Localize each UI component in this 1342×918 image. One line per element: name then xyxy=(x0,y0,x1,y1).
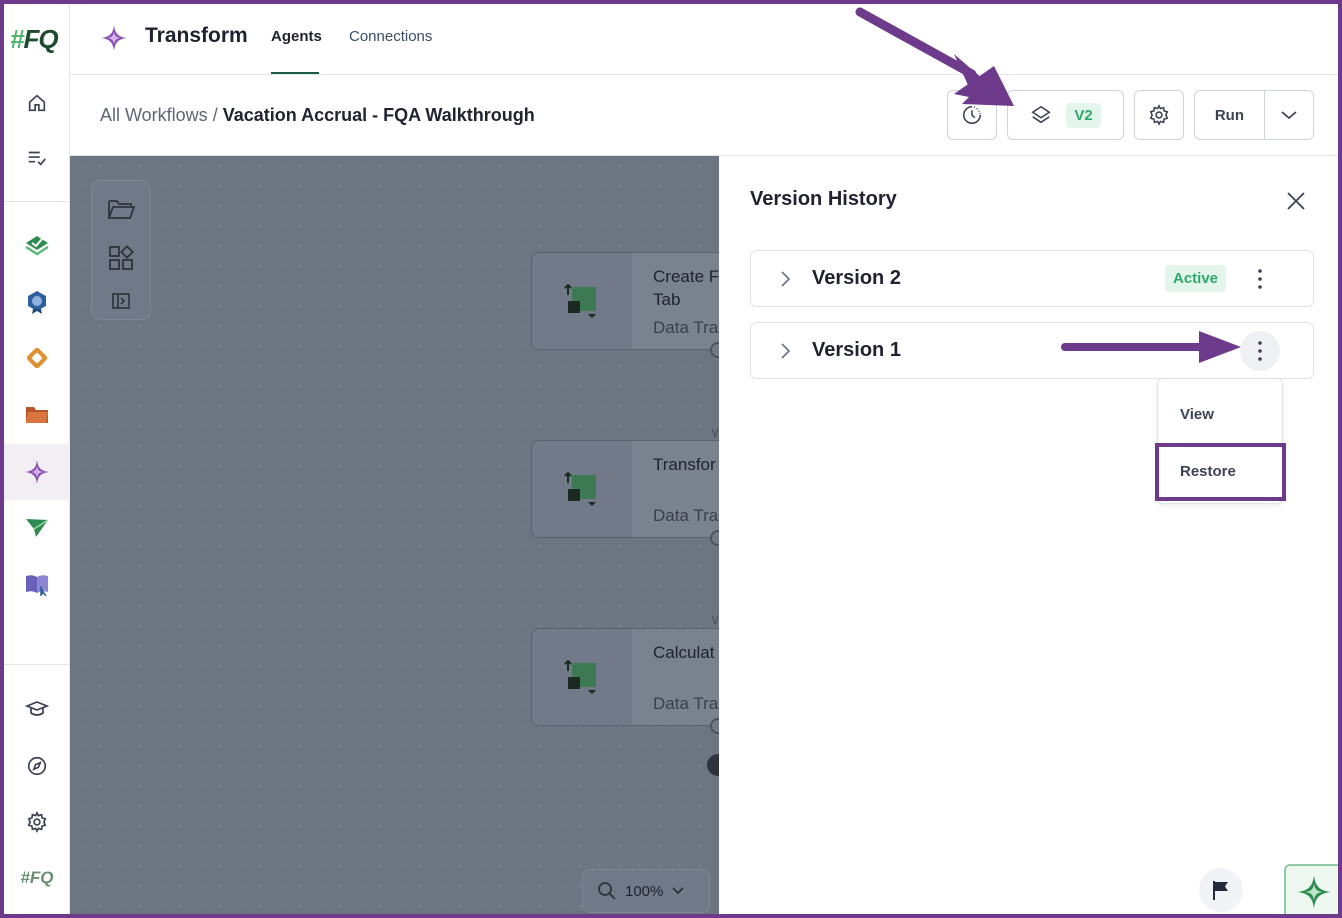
transform-sparkle-icon xyxy=(100,24,128,57)
layers-icon xyxy=(1031,105,1051,124)
chevron-right-icon[interactable] xyxy=(779,270,791,293)
tab-connections[interactable]: Connections xyxy=(349,28,432,45)
chevron-down-icon xyxy=(672,887,685,895)
tab-agents[interactable]: Agents xyxy=(271,28,322,45)
more-options-icon[interactable] xyxy=(1240,259,1280,299)
zoom-control[interactable]: 100% xyxy=(582,869,710,913)
history-clock-icon xyxy=(963,105,982,124)
menu-item-view[interactable]: View xyxy=(1180,406,1214,423)
canvas-tool-palette xyxy=(91,180,151,320)
data-transform-icon xyxy=(532,253,632,349)
more-options-icon[interactable] xyxy=(1240,331,1280,371)
node-subtitle: Data Tra xyxy=(653,318,719,337)
book-icon[interactable] xyxy=(4,558,70,610)
workflow-node[interactable]: Calculat Data Tra xyxy=(531,628,719,734)
task-list-icon[interactable] xyxy=(4,132,70,184)
app-title: Transform xyxy=(145,24,248,47)
node-subtitle: Data Tra xyxy=(653,694,719,713)
version-history-panel: Version History Version 2 Active Version… xyxy=(719,156,1338,914)
version-row[interactable]: Version 2 Active xyxy=(750,250,1314,307)
chevron-right-icon[interactable] xyxy=(779,342,791,365)
run-button-group: Run xyxy=(1194,90,1314,140)
folder-icon[interactable] xyxy=(4,388,70,440)
panel-toggle-icon[interactable] xyxy=(101,281,141,321)
ai-assistant-button[interactable] xyxy=(1284,864,1338,914)
sparkle-icon xyxy=(1297,875,1331,909)
connector-arrow: ∨ xyxy=(710,424,719,441)
orange-link-icon[interactable] xyxy=(4,332,70,384)
version-label: Version 2 xyxy=(812,267,901,289)
zoom-search-icon xyxy=(598,882,616,900)
node-title: Create F Tab xyxy=(653,265,719,311)
node-body: Create F Tab Data Tra xyxy=(632,253,719,349)
flag-icon xyxy=(1213,881,1228,900)
version-label: Version 1 xyxy=(812,339,901,361)
data-transform-icon xyxy=(532,629,632,725)
run-button[interactable]: Run xyxy=(1195,107,1264,124)
version-badge: V2 xyxy=(1066,102,1101,128)
node-title: Transfor xyxy=(653,455,716,474)
connector-arrow: ∨ xyxy=(710,611,719,628)
breadcrumb-all-workflows[interactable]: All Workflows xyxy=(100,105,208,125)
chevron-down-icon xyxy=(1281,111,1297,120)
workflow-toolbar: All Workflows / Vacation Accrual - FQA W… xyxy=(70,75,1338,156)
run-options-button[interactable] xyxy=(1265,109,1313,121)
top-header: Transform Agents Connections xyxy=(70,4,1338,75)
open-folder-icon[interactable] xyxy=(101,189,141,229)
paper-plane-icon[interactable] xyxy=(4,502,70,554)
rail-divider xyxy=(4,201,70,202)
breadcrumb: All Workflows / Vacation Accrual - FQA W… xyxy=(100,105,535,126)
zoom-value: 100% xyxy=(625,882,664,900)
footer-fq-logo[interactable]: #FQ xyxy=(4,852,70,904)
output-port[interactable] xyxy=(710,342,719,358)
blue-badge-icon[interactable] xyxy=(4,276,70,328)
output-port[interactable] xyxy=(710,718,719,734)
workflow-canvas[interactable]: Create F Tab Data Tra ∨ Transfor Data Tr… xyxy=(70,156,719,914)
green-check-stack-icon[interactable] xyxy=(4,220,70,272)
graduation-cap-icon[interactable] xyxy=(4,684,70,736)
active-status-badge: Active xyxy=(1165,265,1227,292)
left-sidebar: #FQ #FQ xyxy=(4,4,70,914)
transform-sparkle-icon[interactable] xyxy=(4,444,70,500)
active-tab-indicator xyxy=(271,72,319,74)
add-node-button[interactable] xyxy=(707,754,719,776)
panel-title: Version History xyxy=(750,188,897,210)
node-title: Calculat xyxy=(653,643,715,662)
version-history-button[interactable]: V2 xyxy=(1007,90,1124,140)
fq-logo[interactable]: #FQ xyxy=(10,24,59,55)
node-subtitle: Data Tra xyxy=(653,506,719,525)
restore-highlight-box xyxy=(1155,443,1286,501)
node-title-text: Create F Tab xyxy=(653,267,719,309)
gear-icon xyxy=(1149,104,1169,126)
close-icon[interactable] xyxy=(1285,190,1307,217)
workflow-node[interactable]: Transfor Data Tra xyxy=(531,440,719,546)
workflow-node[interactable]: Create F Tab Data Tra xyxy=(531,252,719,358)
feedback-flag-button[interactable] xyxy=(1199,868,1243,912)
data-transform-icon xyxy=(532,441,632,537)
run-history-button[interactable] xyxy=(947,90,997,140)
home-icon[interactable] xyxy=(4,77,70,129)
app-window: #FQ #FQ Transform Agents Connections All… xyxy=(0,0,1342,918)
components-icon[interactable] xyxy=(101,238,141,278)
breadcrumb-separator: / xyxy=(207,105,223,125)
settings-gear-icon[interactable] xyxy=(4,796,70,848)
node-body: Transfor Data Tra xyxy=(632,441,719,537)
compass-icon[interactable] xyxy=(4,740,70,792)
workflow-settings-button[interactable] xyxy=(1134,90,1184,140)
node-body: Calculat Data Tra xyxy=(632,629,719,725)
rail-divider xyxy=(4,664,70,665)
version-row[interactable]: Version 1 xyxy=(750,322,1314,379)
output-port[interactable] xyxy=(710,530,719,546)
breadcrumb-current: Vacation Accrual - FQA Walkthrough xyxy=(222,105,535,125)
